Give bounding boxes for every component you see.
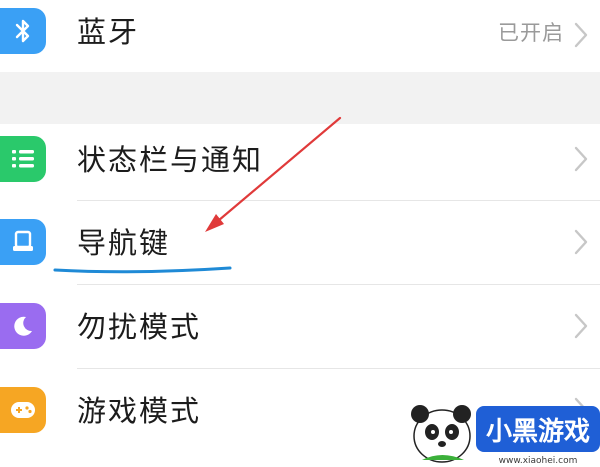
settings-item-label: 状态栏与通知 [77,143,264,177]
chevron-right-icon [574,229,588,255]
chevron-right-icon [574,22,588,48]
settings-item-navigation-keys[interactable]: 导航键 [0,201,600,281]
bluetooth-status-value: 已开启 [498,21,564,45]
gamepad-icon [0,387,46,433]
settings-item-label: 游戏模式 [77,394,202,428]
watermark-logo: 小黑游戏 www.xiaohei.com [406,398,600,467]
watermark-url: www.xiaohei.com [499,456,578,466]
settings-item-status-bar[interactable]: 状态栏与通知 [0,124,600,204]
chevron-right-icon [574,313,588,339]
list-icon [0,136,46,182]
settings-item-label: 勿扰模式 [77,310,202,344]
bluetooth-icon [0,8,46,54]
chevron-right-icon [574,146,588,172]
settings-item-bluetooth[interactable]: 蓝牙 已开启 [0,0,600,72]
settings-item-label: 导航键 [77,226,171,260]
section-gap [0,72,600,124]
watermark-brand: 小黑游戏 [486,417,590,447]
settings-item-label: 蓝牙 [77,15,140,49]
settings-item-do-not-disturb[interactable]: 勿扰模式 [0,285,600,365]
navigation-keys-icon [0,219,46,265]
moon-icon [0,303,46,349]
